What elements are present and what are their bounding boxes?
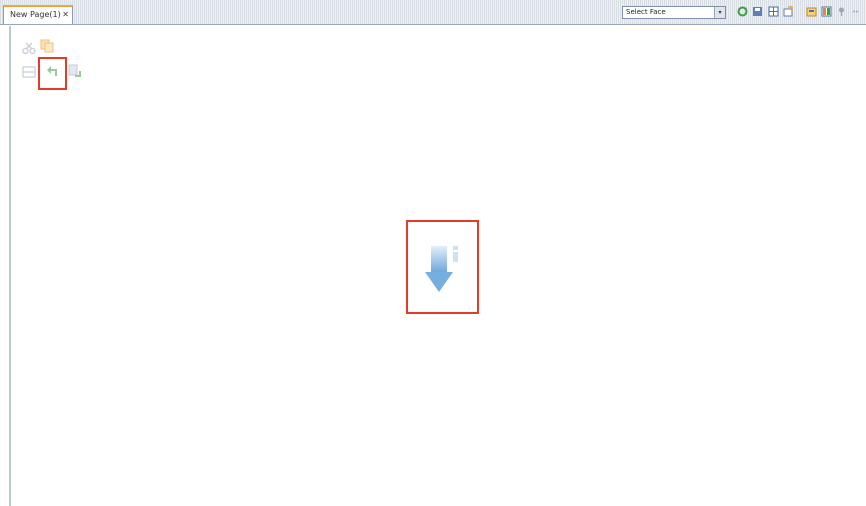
pin-icon[interactable] (836, 6, 847, 17)
editor-header: New Page(1) ✕ Select Face ▾ (0, 0, 866, 25)
chevron-down-icon[interactable]: ▾ (714, 7, 725, 18)
close-icon[interactable]: ✕ (62, 7, 69, 22)
more-icon[interactable] (851, 6, 862, 17)
table-icon[interactable] (22, 64, 36, 78)
tab-label: New Page(1) (10, 10, 61, 19)
save-icon[interactable] (752, 6, 763, 17)
export-icon[interactable] (783, 6, 794, 17)
copy-icon[interactable] (40, 38, 54, 53)
layout-icon[interactable] (806, 6, 817, 17)
redo-icon[interactable] (68, 63, 82, 77)
refresh-icon[interactable] (737, 6, 748, 17)
cut-icon[interactable] (22, 40, 36, 55)
grid-icon[interactable] (768, 6, 779, 17)
download-arrow-icon[interactable] (423, 242, 463, 294)
palette-icon[interactable] (821, 6, 832, 17)
undo-highlight-box (38, 57, 67, 90)
editor-left-border (9, 26, 11, 506)
perspective-select[interactable]: Select Face ▾ (622, 6, 726, 19)
tab-new-page[interactable]: New Page(1) ✕ (3, 5, 73, 24)
perspective-select-value: Select Face (626, 8, 666, 16)
